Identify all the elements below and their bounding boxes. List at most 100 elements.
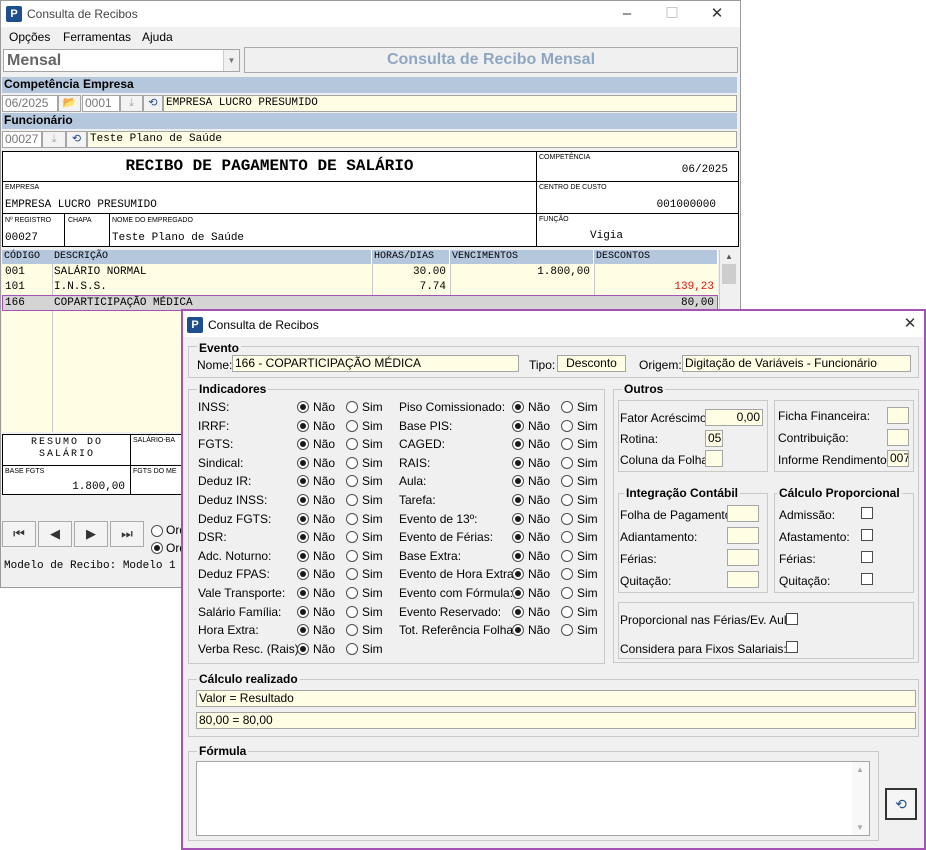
sim-radio[interactable] bbox=[561, 456, 573, 469]
receipt-competencia-cell: COMPETÊNCIA 06/2025 bbox=[536, 151, 739, 182]
sim-radio[interactable] bbox=[561, 512, 573, 525]
integracao-item-field[interactable] bbox=[727, 549, 759, 566]
scroll-thumb[interactable] bbox=[722, 264, 736, 284]
col-descricao: DESCRIÇÃO bbox=[52, 250, 372, 264]
fator-field[interactable]: 0,00 bbox=[705, 409, 763, 426]
table-row[interactable]: 101 I.N.S.S. 7.74 139,23 bbox=[2, 280, 718, 295]
folder-open-icon[interactable]: 📂 bbox=[58, 95, 81, 112]
formula-textarea[interactable]: ▲ ▼ bbox=[196, 761, 870, 836]
next-record-button[interactable]: ▶ bbox=[74, 521, 108, 547]
scroll-up-icon[interactable]: ▲ bbox=[856, 765, 864, 774]
proporcional-item-checkbox[interactable] bbox=[861, 573, 873, 585]
indicator-label: Hora Extra: bbox=[198, 623, 259, 638]
dialog-title-bar[interactable]: P Consulta de Recibos ✕ bbox=[183, 311, 924, 337]
nao-radio[interactable] bbox=[512, 512, 524, 525]
ord-radio-1[interactable] bbox=[151, 525, 163, 537]
contrib-field[interactable] bbox=[887, 429, 909, 446]
funcionario-code-field[interactable]: 00027 bbox=[2, 131, 42, 148]
indicator-label: Aula: bbox=[399, 474, 427, 489]
prop-ferias-checkbox[interactable] bbox=[786, 613, 798, 625]
informe-label: Informe Rendimentos: bbox=[778, 453, 897, 467]
informe-field[interactable]: 007 bbox=[887, 450, 909, 467]
last-record-button[interactable]: ⏭ bbox=[110, 521, 144, 547]
main-title-bar[interactable]: P Consulta de Recibos – ☐ ✕ bbox=[1, 1, 740, 27]
coluna-field[interactable] bbox=[705, 450, 723, 467]
nao-label: Não bbox=[313, 418, 336, 433]
sim-radio[interactable] bbox=[561, 549, 573, 562]
nao-radio[interactable] bbox=[297, 419, 309, 432]
dialog-close-icon[interactable]: ✕ bbox=[900, 315, 920, 333]
competencia-empresa-header: Competência Empresa bbox=[2, 77, 737, 93]
sim-radio[interactable] bbox=[561, 605, 573, 618]
proporcional-item-checkbox[interactable] bbox=[861, 507, 873, 519]
nao-radio[interactable] bbox=[512, 401, 524, 413]
nao-radio[interactable] bbox=[512, 587, 524, 599]
undo-icon[interactable]: ⟲ bbox=[66, 131, 87, 148]
ord-radio-2[interactable] bbox=[151, 542, 163, 554]
integracao-item-field[interactable] bbox=[727, 527, 759, 544]
proporcional-item-checkbox[interactable] bbox=[861, 529, 873, 541]
sim-radio[interactable] bbox=[346, 456, 358, 469]
nao-radio[interactable] bbox=[297, 456, 309, 469]
sim-radio[interactable] bbox=[346, 494, 358, 506]
nao-label: Não bbox=[528, 604, 551, 619]
download-icon[interactable]: ⤓ bbox=[120, 95, 143, 112]
receipt-nome-cell: NOME DO EMPREGADO Teste Plano de Saúde bbox=[109, 213, 537, 247]
close-icon[interactable]: ✕ bbox=[707, 5, 727, 23]
rotina-field[interactable]: 05 bbox=[705, 430, 723, 447]
nao-radio[interactable] bbox=[512, 456, 524, 469]
textarea-scrollbar[interactable]: ▲ ▼ bbox=[852, 762, 869, 835]
base-fgts-label: BASE FGTS bbox=[5, 468, 45, 475]
nao-radio[interactable] bbox=[512, 494, 524, 506]
sim-radio[interactable] bbox=[346, 587, 358, 599]
fixos-checkbox[interactable] bbox=[786, 641, 798, 653]
nao-radio[interactable] bbox=[297, 549, 309, 562]
minimize-icon[interactable]: – bbox=[617, 5, 637, 23]
nao-radio[interactable] bbox=[297, 605, 309, 618]
indicator-label: Deduz FGTS: bbox=[198, 511, 272, 526]
calculo-line2: 80,00 = 80,00 bbox=[196, 712, 916, 729]
nao-radio[interactable] bbox=[297, 401, 309, 413]
maximize-icon[interactable]: ☐ bbox=[662, 5, 682, 23]
sim-radio[interactable] bbox=[346, 605, 358, 618]
proporcional-item-checkbox[interactable] bbox=[861, 551, 873, 563]
sim-radio[interactable] bbox=[561, 587, 573, 599]
funcionario-label: Funcionário bbox=[4, 113, 73, 127]
empresa-code-field[interactable]: 0001 bbox=[82, 95, 120, 112]
sim-radio[interactable] bbox=[346, 401, 358, 413]
nao-radio[interactable] bbox=[297, 494, 309, 506]
sim-radio[interactable] bbox=[346, 512, 358, 525]
integracao-item-field[interactable] bbox=[727, 505, 759, 522]
ficha-field[interactable] bbox=[887, 407, 909, 424]
nao-radio[interactable] bbox=[297, 642, 309, 655]
nao-radio[interactable] bbox=[297, 512, 309, 525]
menu-ferramentas[interactable]: Ferramentas bbox=[63, 30, 131, 44]
scroll-down-icon[interactable]: ▼ bbox=[856, 823, 864, 832]
nao-radio[interactable] bbox=[512, 549, 524, 562]
nao-label: Não bbox=[313, 474, 336, 489]
table-row[interactable]: 001 SALÁRIO NORMAL 30.00 1.800,00 bbox=[2, 265, 718, 280]
funcionario-name-field: Teste Plano de Saúde bbox=[87, 131, 737, 148]
nao-radio[interactable] bbox=[512, 605, 524, 618]
salario-base-label: SALÁRIO-BA bbox=[133, 437, 176, 444]
mode-select[interactable]: Mensal ▼ bbox=[3, 49, 240, 72]
scroll-up-icon[interactable]: ▲ bbox=[722, 252, 736, 262]
menu-opcoes[interactable]: Opções bbox=[9, 30, 50, 44]
competencia-field[interactable]: 06/2025 bbox=[2, 95, 58, 112]
return-button[interactable]: ⟲ bbox=[885, 788, 917, 820]
undo-icon[interactable]: ⟲ bbox=[143, 95, 163, 112]
menu-ajuda[interactable]: Ajuda bbox=[142, 30, 173, 44]
sim-radio[interactable] bbox=[346, 419, 358, 432]
sim-radio[interactable] bbox=[561, 419, 573, 432]
first-record-button[interactable]: ⏮ bbox=[2, 521, 36, 547]
nao-radio[interactable] bbox=[297, 587, 309, 599]
grid-scrollbar[interactable]: ▲ bbox=[719, 250, 738, 310]
prev-record-button[interactable]: ◀ bbox=[38, 521, 72, 547]
sim-radio[interactable] bbox=[346, 642, 358, 655]
nao-radio[interactable] bbox=[512, 419, 524, 432]
sim-radio[interactable] bbox=[561, 494, 573, 506]
integracao-item-field[interactable] bbox=[727, 571, 759, 588]
sim-radio[interactable] bbox=[561, 401, 573, 413]
sim-radio[interactable] bbox=[346, 549, 358, 562]
download-icon[interactable]: ⤓ bbox=[42, 131, 66, 148]
